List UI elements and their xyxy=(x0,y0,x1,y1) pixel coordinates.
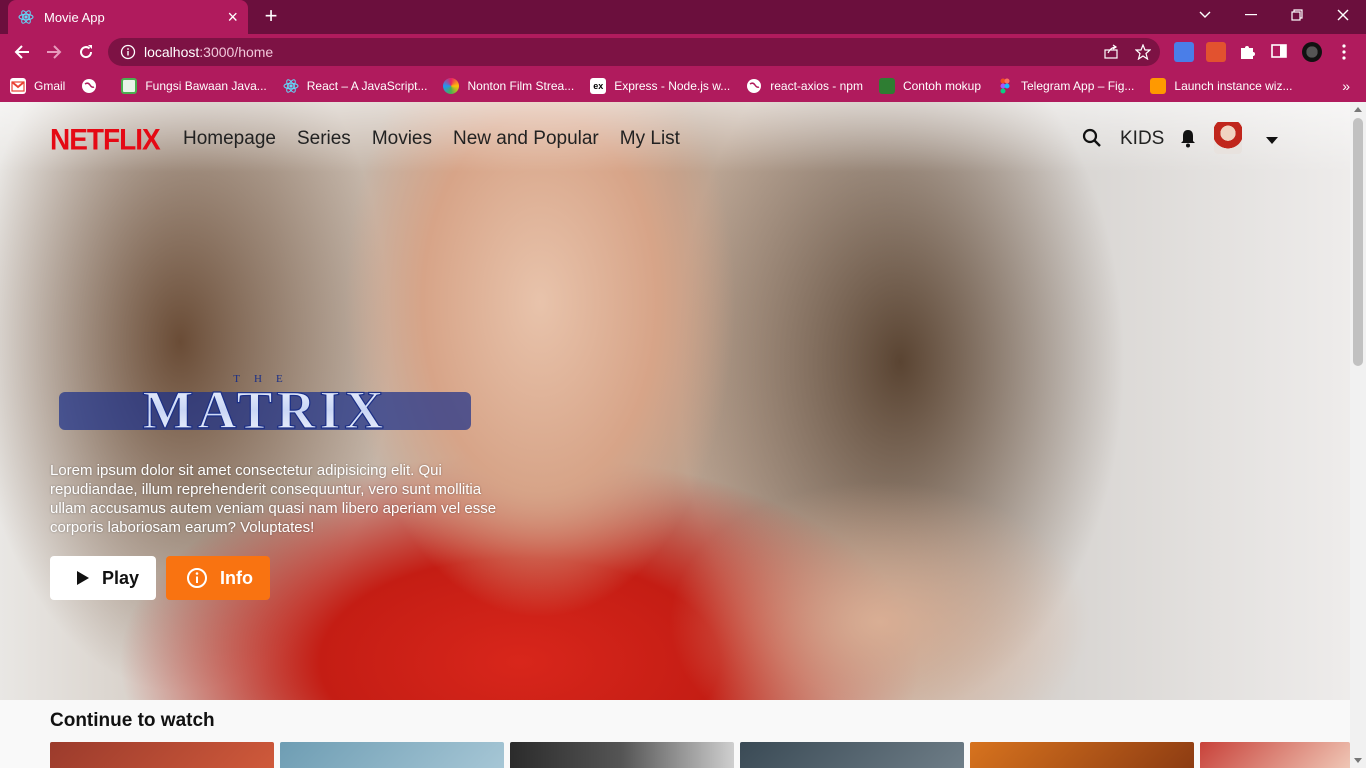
scroll-down-arrow[interactable] xyxy=(1354,758,1362,763)
user-avatar[interactable] xyxy=(1214,122,1242,154)
browser-titlebar: Movie App × + xyxy=(0,0,1366,34)
movie-thumbnail[interactable] xyxy=(1200,742,1350,768)
bookmark-nonton-film[interactable]: Nonton Film Strea... xyxy=(443,78,574,94)
browser-toolbar: localhost:3000/home xyxy=(0,34,1366,70)
gmail-icon xyxy=(10,78,26,94)
bookmark-globe[interactable] xyxy=(81,78,105,94)
minimize-button[interactable] xyxy=(1228,0,1274,30)
puzzle-icon[interactable] xyxy=(1238,42,1258,62)
site-favicon-icon xyxy=(121,78,138,94)
menu-item-series[interactable]: Series xyxy=(297,128,351,150)
forward-icon[interactable] xyxy=(42,40,66,64)
globe-icon xyxy=(746,78,762,94)
movie-title-logo: THE MATRIX xyxy=(59,373,471,440)
menu-dots-icon[interactable] xyxy=(1334,42,1354,62)
movie-thumbnail[interactable] xyxy=(740,742,964,768)
back-icon[interactable] xyxy=(10,40,34,64)
reload-icon[interactable] xyxy=(74,40,98,64)
kids-link[interactable]: KIDS xyxy=(1120,128,1164,150)
row-title: Continue to watch xyxy=(50,710,215,731)
address-bar[interactable]: localhost:3000/home xyxy=(108,38,1160,66)
scroll-up-arrow[interactable] xyxy=(1354,107,1362,112)
url-text: localhost:3000/home xyxy=(144,44,274,60)
page-scrollbar[interactable] xyxy=(1350,102,1366,768)
translate-extension-icon[interactable] xyxy=(1174,42,1194,62)
extension-icon[interactable] xyxy=(1206,42,1226,62)
site-navbar: NETFLIX Homepage Series Movies New and P… xyxy=(0,102,1350,174)
new-tab-button[interactable]: + xyxy=(260,5,282,27)
bookmark-contoh-mokup[interactable]: Contoh mokup xyxy=(878,78,981,94)
movie-thumbnail[interactable] xyxy=(510,742,734,768)
bookmark-fungsi-bawaan[interactable]: Fungsi Bawaan Java... xyxy=(121,78,267,94)
react-icon xyxy=(283,78,299,94)
restore-button[interactable] xyxy=(1274,0,1320,30)
close-window-button[interactable] xyxy=(1320,0,1366,30)
title-main-text: MATRIX xyxy=(143,380,388,440)
bookmark-launch-instance[interactable]: Launch instance wiz... xyxy=(1150,78,1292,94)
page-viewport: NETFLIX Homepage Series Movies New and P… xyxy=(0,102,1350,768)
browser-tab[interactable]: Movie App × xyxy=(8,0,248,34)
react-icon xyxy=(18,9,34,25)
side-panel-icon[interactable] xyxy=(1270,42,1290,62)
film-reel-icon xyxy=(443,78,460,94)
main-menu: Homepage Series Movies New and Popular M… xyxy=(183,128,701,150)
chevron-down-icon[interactable] xyxy=(1266,132,1278,150)
movie-thumbnail[interactable] xyxy=(970,742,1194,768)
search-icon[interactable] xyxy=(1082,128,1102,153)
menu-item-new-popular[interactable]: New and Popular xyxy=(453,128,599,150)
menu-item-movies[interactable]: Movies xyxy=(372,128,432,150)
more-bookmarks-icon[interactable]: » xyxy=(1342,78,1350,94)
aws-box-icon xyxy=(1150,78,1167,94)
close-tab-icon[interactable]: × xyxy=(227,8,238,26)
continue-watching-row: Continue to watch xyxy=(0,700,1350,768)
bookmark-react[interactable]: React – A JavaScript... xyxy=(283,78,427,94)
scroll-thumb[interactable] xyxy=(1353,118,1363,366)
bookmark-gmail[interactable]: Gmail xyxy=(10,78,65,94)
bookmark-express[interactable]: ex Express - Node.js w... xyxy=(590,78,730,94)
tab-search-icon[interactable] xyxy=(1182,0,1228,30)
express-icon: ex xyxy=(590,78,607,94)
info-icon xyxy=(187,568,207,588)
menu-item-homepage[interactable]: Homepage xyxy=(183,128,276,150)
globe-icon xyxy=(81,78,97,94)
bookmark-star-icon[interactable] xyxy=(1134,43,1152,61)
play-button[interactable]: Play xyxy=(50,556,156,600)
bookmark-react-axios[interactable]: react-axios - npm xyxy=(746,78,863,94)
info-icon[interactable] xyxy=(120,44,136,60)
mockup-icon xyxy=(878,78,895,94)
profile-avatar[interactable] xyxy=(1302,42,1322,62)
info-button[interactable]: Info xyxy=(166,556,270,600)
bell-icon[interactable] xyxy=(1179,128,1197,153)
bookmarks-bar: Gmail Fungsi Bawaan Java... React – A Ja… xyxy=(0,70,1366,102)
netflix-logo[interactable]: NETFLIX xyxy=(50,123,161,157)
tab-title: Movie App xyxy=(44,9,105,25)
menu-item-my-list[interactable]: My List xyxy=(620,128,680,150)
movie-thumbnail[interactable] xyxy=(50,742,274,768)
play-icon xyxy=(77,571,89,585)
bookmark-telegram-figma[interactable]: Telegram App – Fig... xyxy=(997,78,1134,94)
movie-thumbnail[interactable] xyxy=(280,742,504,768)
share-icon[interactable] xyxy=(1102,43,1120,61)
hero-description: Lorem ipsum dolor sit amet consectetur a… xyxy=(50,462,497,536)
figma-icon xyxy=(997,78,1013,94)
